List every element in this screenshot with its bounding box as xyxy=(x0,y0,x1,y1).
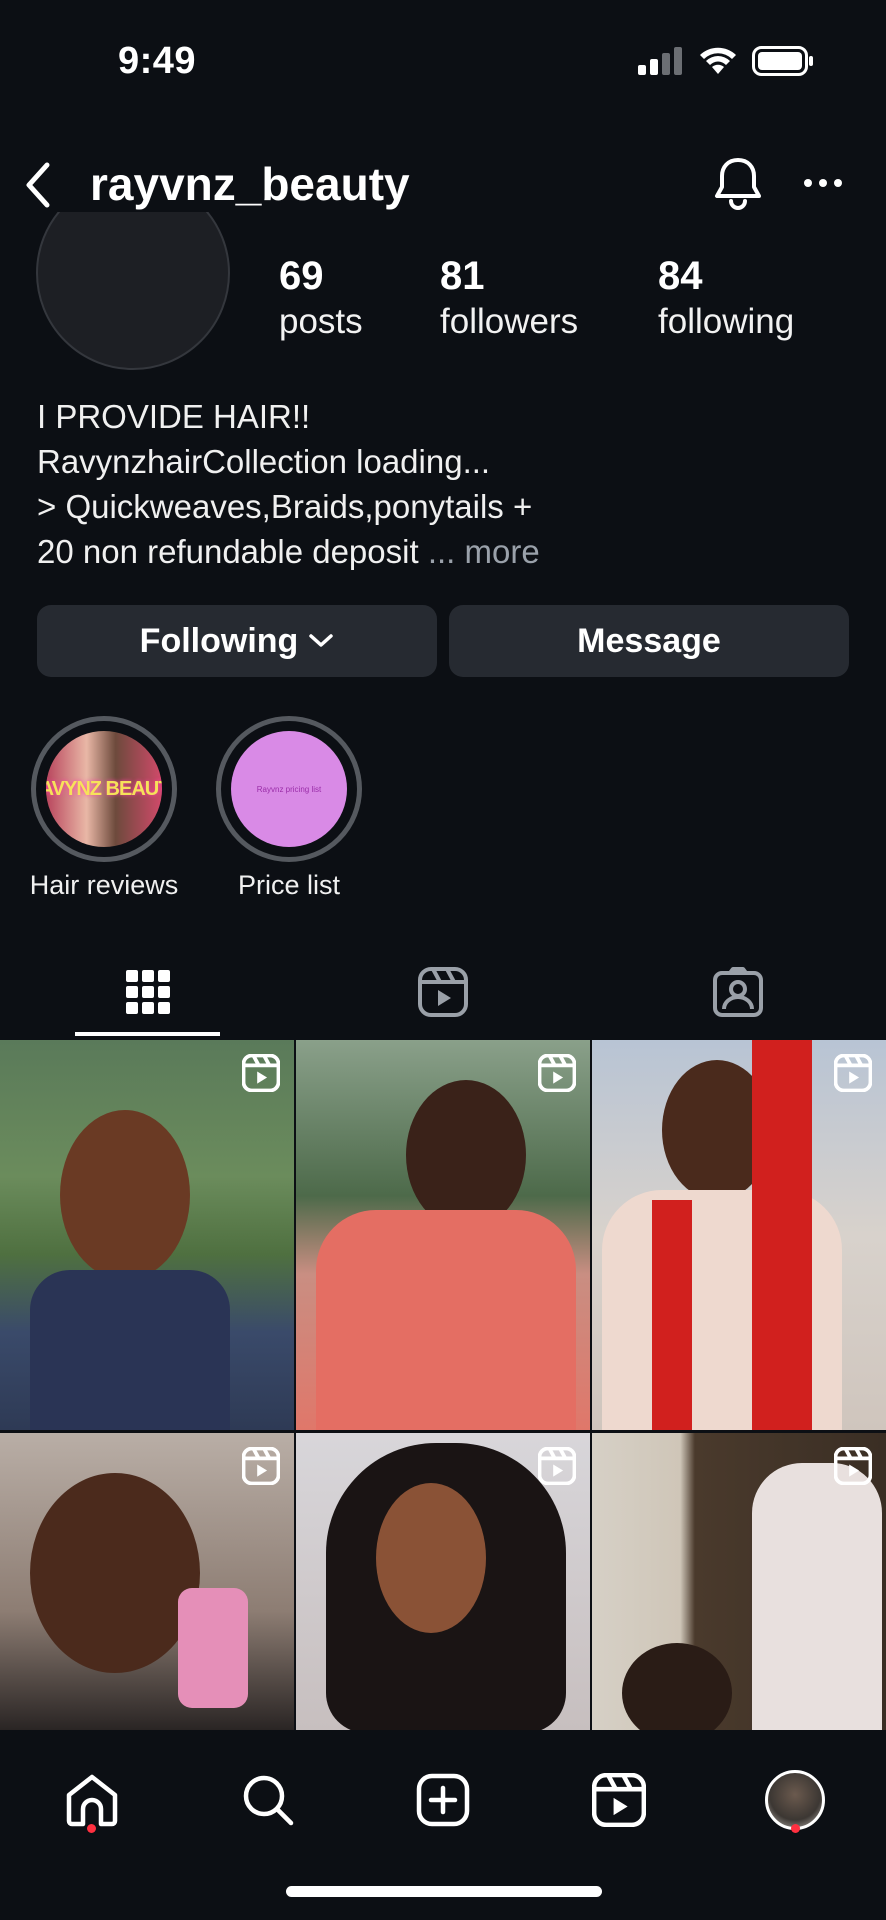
home-indicator xyxy=(286,1886,602,1897)
tagged-person-icon xyxy=(712,967,763,1017)
photo-subject xyxy=(316,1210,576,1430)
bell-icon xyxy=(715,158,761,210)
stat-following[interactable]: 84 following xyxy=(658,252,794,344)
back-button[interactable] xyxy=(14,153,62,217)
chevron-left-icon xyxy=(26,162,50,208)
reel-badge-icon xyxy=(834,1054,872,1092)
message-button-label: Message xyxy=(577,621,721,660)
stat-following-label: following xyxy=(658,302,795,341)
tab-reels[interactable] xyxy=(370,952,515,1032)
photo-detail xyxy=(652,1200,692,1430)
more-horizontal-icon xyxy=(804,179,842,187)
home-icon xyxy=(66,1774,118,1827)
highlight-cover-text: Rayvnz pricing list xyxy=(256,784,322,794)
stat-posts-count: 69 xyxy=(279,254,324,298)
nav-search[interactable] xyxy=(228,1760,308,1840)
stat-followers-count: 81 xyxy=(440,254,485,298)
nav-create[interactable] xyxy=(403,1760,483,1840)
reel-badge-icon xyxy=(834,1447,872,1485)
reel-badge-icon xyxy=(242,1054,280,1092)
search-icon xyxy=(243,1775,294,1826)
bio-line: 20 non refundable deposit xyxy=(37,533,419,570)
battery-icon xyxy=(752,46,813,76)
grid-post-4[interactable] xyxy=(0,1433,294,1730)
profile-avatar-small xyxy=(765,1770,825,1830)
highlight-hair-reviews[interactable]: RAVYNZ BEAUTY xyxy=(31,716,177,862)
photo-subject xyxy=(60,1110,190,1280)
photo-detail xyxy=(752,1040,812,1430)
active-tab-indicator xyxy=(75,1032,220,1036)
highlight-cover-image: RAVYNZ BEAUTY xyxy=(46,731,162,847)
stat-posts[interactable]: 69 posts xyxy=(279,252,363,344)
highlight-price-list[interactable]: Rayvnz pricing list xyxy=(216,716,362,862)
photo-subject xyxy=(30,1270,230,1430)
tab-tagged[interactable] xyxy=(665,952,810,1032)
status-time: 9:49 xyxy=(118,40,197,82)
grid-icon xyxy=(125,970,170,1014)
wifi-icon xyxy=(700,47,736,74)
reels-icon xyxy=(592,1773,646,1827)
message-button[interactable]: Message xyxy=(449,605,849,677)
profile-username: rayvnz_beauty xyxy=(90,158,410,210)
bio-line: I PROVIDE HAIR!! xyxy=(37,398,311,435)
stat-following-count: 84 xyxy=(658,254,703,298)
bio-line: RavynzhairCollection loading... xyxy=(37,443,491,480)
profile-bio: I PROVIDE HAIR!! RavynzhairCollection lo… xyxy=(37,394,857,574)
nav-reels[interactable] xyxy=(579,1760,659,1840)
cellular-signal-icon xyxy=(638,47,682,75)
following-button-label: Following xyxy=(139,621,299,660)
photo-subject xyxy=(752,1463,882,1730)
add-post-icon xyxy=(416,1773,470,1827)
highlight-cover-text: RAVYNZ BEAUTY xyxy=(46,777,162,800)
bio-more-link[interactable]: more xyxy=(465,533,540,570)
following-button[interactable]: Following xyxy=(37,605,437,677)
bio-line: > Quickweaves,Braids,ponytails + xyxy=(37,488,533,525)
notifications-button[interactable] xyxy=(712,153,764,213)
photo-subject xyxy=(376,1483,486,1633)
profile-notification-dot xyxy=(791,1824,800,1833)
grid-post-1[interactable] xyxy=(0,1040,294,1430)
grid-post-3[interactable] xyxy=(592,1040,886,1430)
grid-post-2[interactable] xyxy=(296,1040,590,1430)
more-options-button[interactable] xyxy=(796,157,850,209)
photo-subject xyxy=(622,1643,732,1730)
stat-followers-label: followers xyxy=(440,302,579,341)
status-icons xyxy=(638,46,814,76)
tab-posts-grid[interactable] xyxy=(75,952,220,1032)
reel-badge-icon xyxy=(538,1447,576,1485)
grid-post-5[interactable] xyxy=(296,1433,590,1730)
reels-icon xyxy=(417,967,468,1017)
reel-badge-icon xyxy=(242,1447,280,1485)
bio-ellipsis: ... xyxy=(427,533,456,570)
home-notification-dot xyxy=(87,1824,96,1833)
photo-detail xyxy=(178,1588,248,1708)
highlight-label: Price list xyxy=(237,870,340,900)
photo-subject xyxy=(30,1473,200,1673)
stat-followers[interactable]: 81 followers xyxy=(440,252,578,344)
bio-line-last: 20 non refundable deposit ... more xyxy=(37,529,857,574)
chevron-down-icon xyxy=(309,634,334,647)
reel-badge-icon xyxy=(538,1054,576,1092)
highlight-cover-image: Rayvnz pricing list xyxy=(231,731,347,847)
stat-posts-label: posts xyxy=(279,302,363,341)
grid-post-6[interactable] xyxy=(592,1433,886,1730)
highlight-label: Hair reviews xyxy=(29,870,179,900)
photo-subject xyxy=(406,1080,526,1230)
